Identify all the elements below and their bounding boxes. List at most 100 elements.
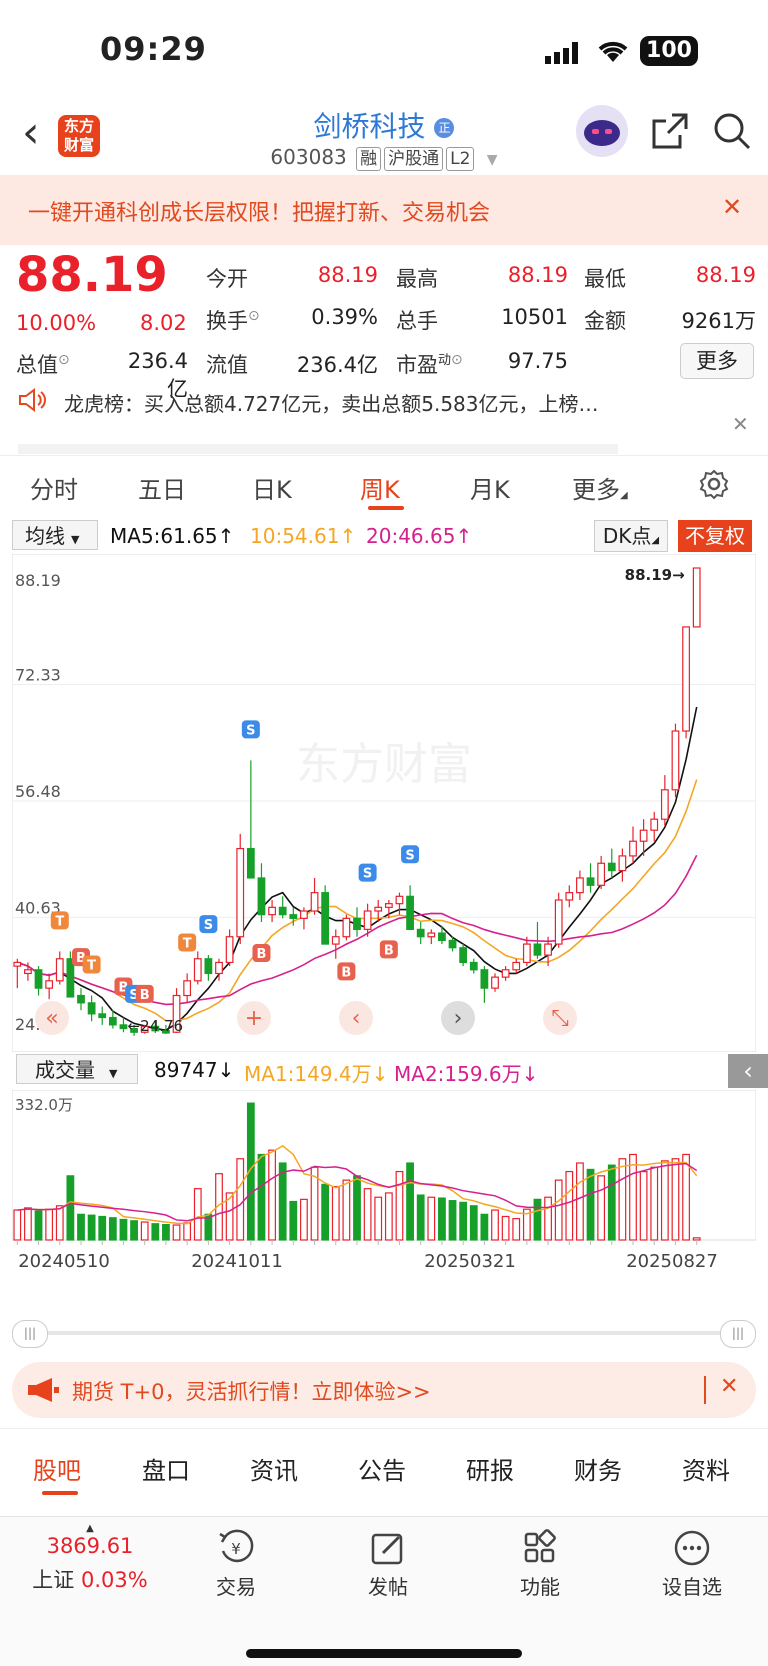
tab-monthly[interactable]: 月K <box>470 470 510 505</box>
futures-promo-close[interactable]: ✕ <box>720 1374 738 1399</box>
y-tick-label: 56.48 <box>15 782 61 801</box>
promo-banner[interactable]: 一键开通科创成长层权限！把握打新、交易机会 ✕ <box>0 175 768 245</box>
index-quote[interactable]: ▲ 3869.61 上证 0.03% <box>20 1523 160 1594</box>
collapse-panel-button[interactable]: ‹ <box>728 1054 768 1088</box>
info-icon[interactable]: ⊙ <box>248 308 260 324</box>
volume-bar <box>183 1222 192 1241</box>
tab-research[interactable]: 研报 <box>466 1451 514 1486</box>
scroll-handle-left[interactable]: ||| <box>12 1320 48 1348</box>
add-icon[interactable]: + <box>237 1001 271 1035</box>
volume-bar <box>34 1210 43 1241</box>
volume-bar <box>597 1175 606 1241</box>
signal-label: S <box>405 848 414 863</box>
signal-icon <box>545 42 585 68</box>
pe-label: 市盈动⊙ <box>396 352 463 377</box>
adjust-button[interactable]: 不复权 <box>678 520 752 552</box>
tab-weekly[interactable]: 周K <box>360 470 400 505</box>
share-icon[interactable] <box>650 111 690 155</box>
status-bar: 09:29 100 <box>0 0 768 95</box>
active-tab-underline <box>368 506 404 510</box>
tab-announcements[interactable]: 公告 <box>358 1451 406 1486</box>
volume-bar <box>45 1208 54 1241</box>
index-value: 3869.61 <box>46 1534 134 1558</box>
promo-close-button[interactable]: ✕ <box>722 193 742 221</box>
indicator-selector[interactable]: 均线 ▼ <box>12 520 98 550</box>
low-label: 最低 <box>584 267 626 291</box>
tab-forum[interactable]: 股吧 <box>33 1451 81 1486</box>
futures-promo-banner[interactable]: 期货 T+0，灵活抓行情！立即体验>> ✕ <box>12 1362 756 1418</box>
high-label: 最高 <box>396 267 438 291</box>
tab-intraday[interactable]: 分时 <box>30 470 78 505</box>
candle-body <box>512 961 521 971</box>
candle-body <box>660 789 669 820</box>
x-axis-label: 20240510 <box>18 1251 110 1272</box>
tab-orderbook[interactable]: 盘口 <box>142 1451 190 1486</box>
expand-icon[interactable]: ⤡ <box>543 1001 577 1035</box>
news-ticker[interactable]: 龙虎榜：买入总额4.727亿元，卖出总额5.583亿元，上榜… ✕ <box>0 382 768 454</box>
tab-financials[interactable]: 财务 <box>574 1451 622 1486</box>
volume-chart[interactable]: 332.0万 20240510 20241011 20250321 20250827 <box>12 1090 756 1276</box>
volume-bar <box>77 1213 85 1241</box>
volume-bar <box>384 1192 393 1241</box>
scroll-handle-right[interactable]: ||| <box>720 1320 756 1348</box>
high-value: 88.19 <box>507 263 568 287</box>
chevron-down-icon[interactable]: ▼ <box>487 152 498 168</box>
volume-bar <box>660 1160 669 1241</box>
volume-bar <box>682 1153 690 1241</box>
candle-body <box>236 847 245 938</box>
dk-point-button[interactable]: DK点◢ <box>594 520 668 552</box>
candle-body <box>225 936 234 964</box>
signal-label: B <box>341 965 351 980</box>
next-icon[interactable]: › <box>441 1001 475 1035</box>
candle-body <box>55 958 64 982</box>
prev-icon[interactable]: ‹ <box>339 1001 373 1035</box>
kline-chart[interactable]: 88.1972.3356.4840.6324.76东方财富TBTBSBTSSBB… <box>12 554 756 1052</box>
candle-body <box>384 903 393 908</box>
signal-label: T <box>55 914 64 929</box>
candle-body <box>395 895 404 905</box>
chart-scrollbar[interactable]: ||| ||| <box>12 1320 756 1348</box>
candle-body <box>34 969 43 989</box>
candle-body <box>427 932 436 938</box>
info-icon[interactable]: ⊙ <box>58 352 70 368</box>
nav-trade[interactable]: ¥ 交易 <box>176 1529 296 1600</box>
candle-body <box>650 818 659 831</box>
candle-body <box>692 567 701 628</box>
signal-label: S <box>363 867 372 882</box>
nav-functions[interactable]: 功能 <box>480 1529 600 1600</box>
tab-daily[interactable]: 日K <box>252 470 292 505</box>
settings-gear-icon[interactable] <box>698 468 730 504</box>
volume-bar <box>544 1196 552 1241</box>
nav-post[interactable]: 发帖 <box>328 1529 448 1600</box>
volume-bar <box>140 1221 149 1241</box>
content-tabs: 股吧 盘口 资讯 公告 研报 财务 资料 <box>0 1428 768 1499</box>
robot-avatar-icon[interactable] <box>576 105 628 157</box>
x-axis-label: 20250827 <box>626 1251 718 1272</box>
volume-bar <box>565 1170 574 1241</box>
candle-body <box>183 980 192 997</box>
candle-body <box>586 877 595 886</box>
volume-bar <box>629 1153 637 1241</box>
candle-body <box>374 906 383 912</box>
candle-body <box>682 626 690 732</box>
volume-selector[interactable]: 成交量 ▼ <box>16 1054 138 1084</box>
tab-profile[interactable]: 资料 <box>682 1451 730 1486</box>
speaker-icon <box>18 388 48 416</box>
volume-max-label: 332.0万 <box>15 1096 73 1114</box>
yen-exchange-icon: ¥ <box>176 1529 296 1571</box>
rewind-icon[interactable]: « <box>35 1001 69 1035</box>
candle-body <box>193 958 202 982</box>
volume-bar <box>586 1168 595 1241</box>
news-close-button[interactable]: ✕ <box>732 412 749 436</box>
volume-bar <box>554 1179 563 1241</box>
candle-body <box>438 932 446 942</box>
tab-5day[interactable]: 五日 <box>138 470 186 505</box>
volume-bar <box>438 1197 446 1241</box>
info-icon[interactable]: ⊙ <box>451 352 463 368</box>
more-button[interactable]: 更多 <box>680 343 754 379</box>
search-icon[interactable] <box>712 111 752 155</box>
tab-more[interactable]: 更多◢ <box>572 470 628 505</box>
nav-watchlist[interactable]: 设自选 <box>632 1529 752 1600</box>
tab-news[interactable]: 资讯 <box>250 1451 298 1486</box>
candle-body <box>544 943 552 956</box>
